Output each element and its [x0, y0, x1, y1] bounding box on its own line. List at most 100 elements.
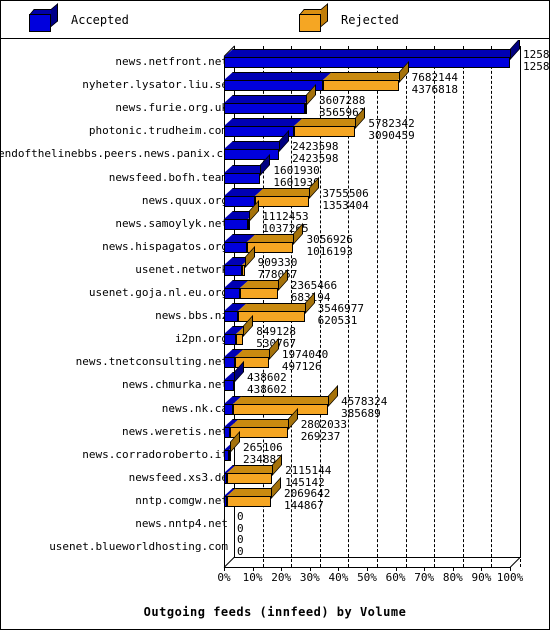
bar-segment[interactable]: [294, 107, 366, 138]
bar-value-total: 849128: [256, 325, 297, 339]
bar-value-total: 12582688: [523, 48, 549, 61]
bar-row[interactable]: [224, 315, 254, 346]
bar-segment[interactable]: [232, 384, 339, 415]
axis-back-horizontal: [234, 557, 521, 558]
bar-segment[interactable]: [305, 84, 316, 115]
bar-segment[interactable]: [323, 60, 409, 92]
bar-value-total: 7682144: [411, 71, 458, 85]
bar-row[interactable]: [224, 384, 339, 415]
bar-value-total: 438602: [246, 371, 287, 385]
bar-value-total: 2802033: [300, 417, 348, 431]
bar-row[interactable]: [224, 476, 282, 507]
bar-row[interactable]: [224, 453, 283, 484]
category-label: i2pn.org: [175, 332, 228, 346]
bar-row[interactable]: [224, 107, 366, 138]
bar-segment[interactable]: [229, 430, 241, 461]
bar-value-total: 909330: [257, 255, 298, 269]
bar-row[interactable]: [224, 153, 271, 184]
bar-value-total: 2069642: [284, 486, 331, 500]
category-label: photonic.trudheim.com: [88, 124, 228, 138]
bar-segment[interactable]: [224, 210, 257, 230]
bar-row[interactable]: [224, 542, 225, 553]
bar-value-accepted: 12582688: [523, 60, 549, 73]
grid-line: [491, 46, 493, 567]
bar-segment[interactable]: [224, 361, 244, 392]
category-label: news.hispagatos.org: [102, 239, 228, 253]
category-label: news.netfront.net: [115, 55, 228, 68]
bar-value-total: 3607288: [318, 94, 366, 108]
category-label: news.tnetconsulting.net: [75, 355, 228, 369]
bar-value-accepted: 620531: [317, 314, 358, 328]
bar-row[interactable]: [224, 430, 241, 461]
bar-value-accepted: 144867: [284, 498, 324, 512]
bar-row[interactable]: [224, 245, 255, 276]
category-label: news.furie.org.uk: [115, 101, 228, 115]
bar-value-total: 3056926: [306, 232, 353, 246]
bar-row[interactable]: [224, 84, 316, 115]
bar-segment[interactable]: [224, 303, 247, 323]
chart-legend: Accepted Rejected: [1, 1, 549, 39]
bar-segment[interactable]: [227, 453, 283, 484]
bar-segment[interactable]: [236, 315, 254, 346]
bar-segment[interactable]: [227, 476, 282, 507]
bar-row[interactable]: [224, 291, 315, 323]
bar-segment[interactable]: [224, 130, 290, 161]
category-label: usenet.network: [135, 262, 228, 276]
bar-value-total: 3546977: [317, 302, 364, 316]
x-tick-label: 100%: [496, 571, 524, 584]
bar-segment[interactable]: [224, 395, 242, 415]
category-label: usenet.goja.nl.eu.org: [88, 286, 228, 299]
bar-row[interactable]: [224, 338, 279, 369]
bar-row[interactable]: [224, 176, 320, 207]
legend-label-accepted: Accepted: [71, 13, 129, 27]
chart-title: Outgoing feeds (innfeed) by Volume: [143, 605, 407, 619]
bar-segment[interactable]: [224, 233, 256, 253]
category-label: nntp.comgw.net: [135, 493, 228, 507]
category-label: news.weretis.net: [122, 424, 228, 438]
category-label: endofthelinebbs.peers.news.panix.com: [1, 147, 237, 161]
bar-value-total: 5782342: [368, 117, 415, 131]
bar-segment[interactable]: [224, 187, 264, 207]
bar-row[interactable]: [224, 407, 298, 438]
bar-value-total: 1974040: [281, 348, 329, 362]
bar-value-total: 2115144: [285, 463, 332, 477]
bar-value-total: 0: [237, 533, 244, 547]
bar-value-total: 0: [237, 510, 244, 523]
category-label: newsfeed.xs3.de: [128, 470, 228, 484]
bar-value-total: 1112453: [262, 209, 309, 223]
bar-value-accepted: 1353404: [322, 198, 369, 212]
bar-row[interactable]: [224, 130, 290, 161]
bar-value-accepted: 385689: [341, 406, 381, 420]
bar-value-total: 2423598: [292, 140, 339, 154]
bar-row[interactable]: [224, 40, 520, 68]
bar-value-total: 265106: [243, 440, 283, 454]
bar-segment[interactable]: [254, 176, 320, 207]
category-label: usenet.blueworldhosting.com: [49, 540, 228, 554]
bar-value-accepted: 0: [237, 545, 244, 559]
bar-segment[interactable]: [224, 326, 245, 346]
bar-segment[interactable]: [224, 280, 249, 299]
bar-segment[interactable]: [224, 72, 333, 92]
chart-root: Accepted Rejected news.netfront.net nyhet…: [0, 0, 550, 630]
bar-value-total: 1601930: [273, 163, 320, 177]
bar-segment[interactable]: [224, 153, 271, 184]
grid-line: [462, 46, 464, 567]
category-label: news.quux.org: [141, 193, 228, 207]
bar-segment[interactable]: [224, 95, 314, 115]
bar-value-total: 3755506: [322, 186, 369, 200]
bar-segment[interactable]: [224, 256, 251, 276]
bar-row[interactable]: [224, 222, 304, 253]
bar-segment[interactable]: [247, 199, 260, 230]
bar-segment[interactable]: [241, 245, 255, 276]
bar-row[interactable]: [224, 268, 288, 299]
bar-row[interactable]: [224, 361, 244, 392]
bar-segment[interactable]: [224, 40, 520, 68]
bar-row[interactable]: [224, 519, 225, 530]
bar-value-accepted: 438602: [246, 383, 287, 397]
category-label: news.nk.ca: [161, 401, 228, 415]
axis-right-vertical: [520, 46, 521, 558]
bar-segment[interactable]: [239, 268, 288, 299]
bar-value-accepted: 4376818: [411, 83, 458, 97]
bar-segment[interactable]: [224, 349, 245, 369]
bar-row[interactable]: [224, 199, 260, 230]
